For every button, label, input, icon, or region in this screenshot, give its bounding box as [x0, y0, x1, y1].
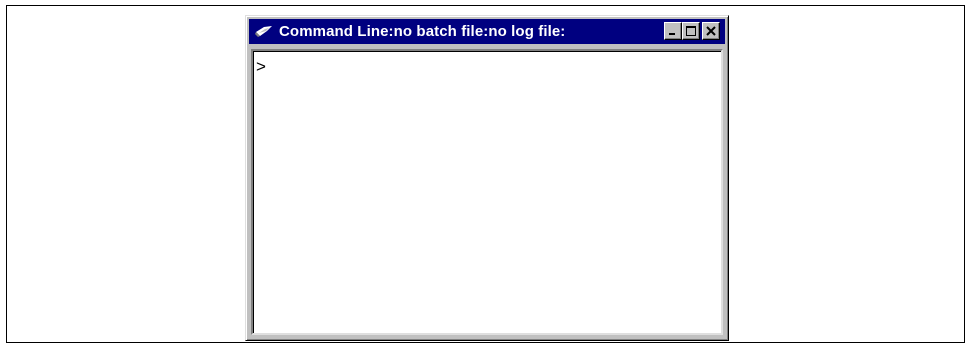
app-icon[interactable]	[255, 24, 273, 38]
maximize-icon	[686, 26, 696, 36]
command-input[interactable]	[271, 57, 701, 77]
window-title: Command Line:no batch file:no log file:	[279, 23, 566, 40]
console-area[interactable]: >	[251, 49, 723, 335]
command-line-window: Command Line:no batch file:no log file: …	[245, 15, 729, 341]
minimize-button[interactable]	[664, 22, 682, 40]
close-button[interactable]	[702, 22, 720, 40]
title-bar[interactable]: Command Line:no batch file:no log file:	[249, 19, 725, 44]
maximize-button[interactable]	[682, 22, 700, 40]
command-prompt: >	[256, 57, 266, 76]
close-icon	[706, 26, 716, 36]
minimize-icon	[669, 33, 675, 35]
